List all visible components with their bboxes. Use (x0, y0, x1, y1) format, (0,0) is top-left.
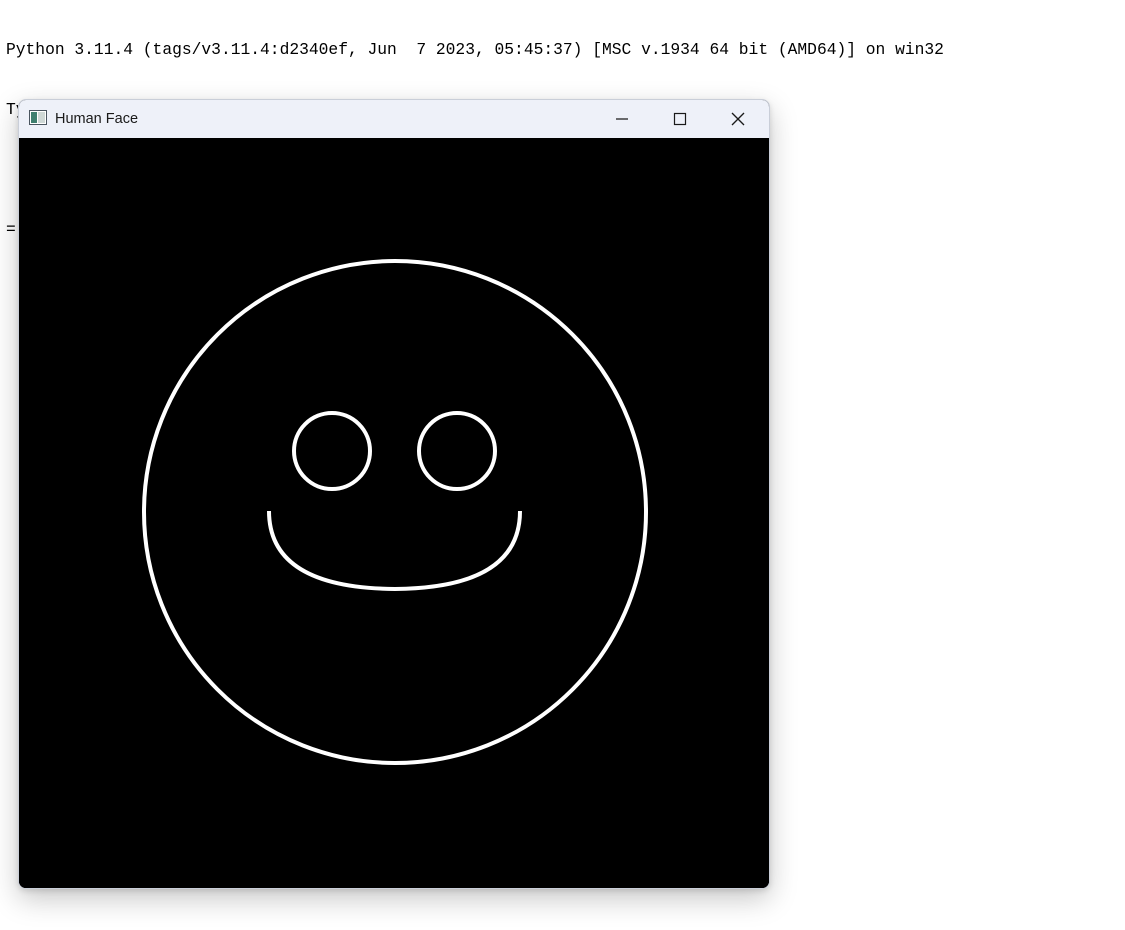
close-icon (731, 112, 745, 126)
window-title: Human Face (55, 111, 139, 127)
minimize-icon (616, 118, 628, 120)
minimize-button[interactable] (593, 100, 651, 138)
canvas-background (19, 138, 769, 888)
human-face-window[interactable]: Human Face (18, 99, 770, 889)
drawing-canvas[interactable] (19, 138, 769, 888)
shell-line-version: Python 3.11.4 (tags/v3.11.4:d2340ef, Jun… (6, 40, 944, 59)
tk-feather-icon (29, 110, 47, 125)
maximize-button[interactable] (651, 100, 709, 138)
maximize-icon (673, 112, 687, 126)
close-button[interactable] (709, 100, 767, 138)
window-titlebar[interactable]: Human Face (19, 100, 769, 138)
